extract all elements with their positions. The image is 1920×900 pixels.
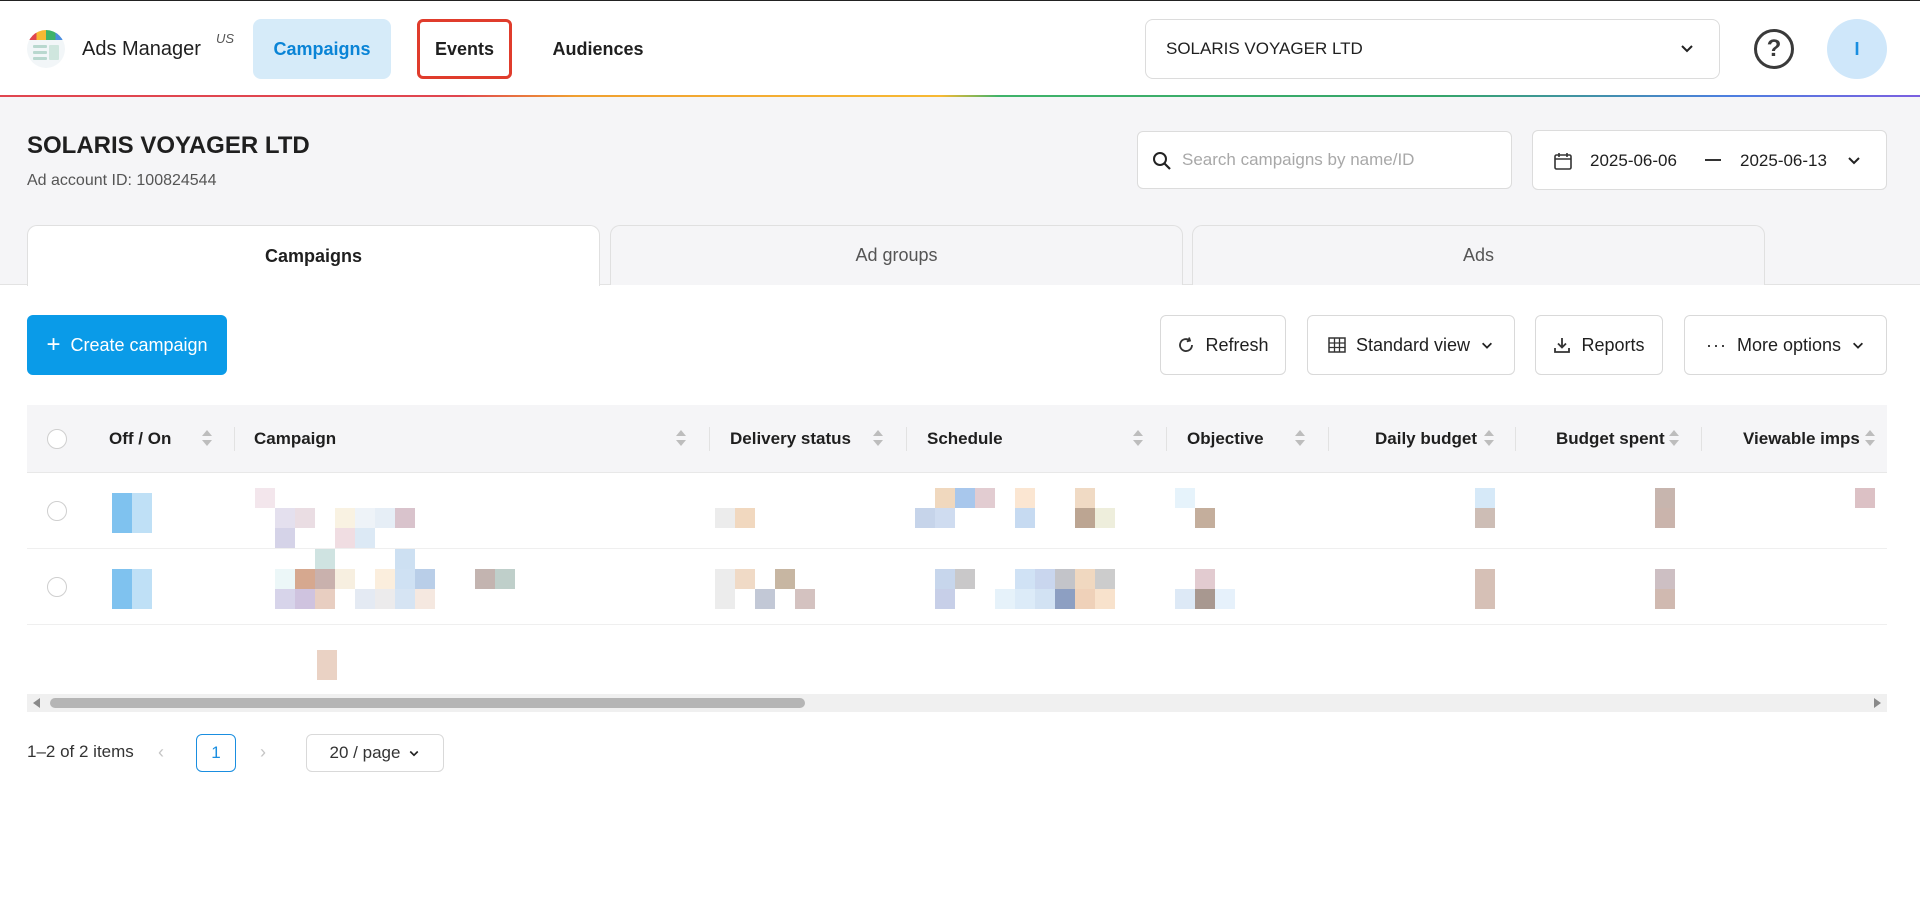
help-icon[interactable]: ? <box>1754 29 1794 69</box>
row-checkbox[interactable] <box>47 501 67 521</box>
account-selector[interactable]: SOLARIS VOYAGER LTD <box>1145 19 1720 79</box>
column-label: Off / On <box>109 429 172 448</box>
toggle-switch[interactable] <box>112 569 132 609</box>
more-options-button[interactable]: ··· More options <box>1684 315 1887 375</box>
reports-button[interactable]: Reports <box>1535 315 1663 375</box>
column-header-objective[interactable]: Objective <box>1187 405 1264 473</box>
sort-icon[interactable] <box>873 430 883 448</box>
column-label: Daily budget <box>1375 429 1478 448</box>
column-header-off-on[interactable]: Off / On <box>109 405 171 473</box>
app-title: Ads Manager <box>82 38 201 60</box>
column-header-viewable-imps[interactable]: Viewable imps <box>1743 405 1860 473</box>
table-row[interactable] <box>27 549 1887 625</box>
date-start: 2025-06-06 <box>1590 151 1677 170</box>
account-name: SOLARIS VOYAGER LTD <box>27 132 310 159</box>
sort-icon[interactable] <box>1484 430 1494 448</box>
column-label: Delivery status <box>730 429 851 448</box>
chevron-down-icon <box>1848 157 1860 165</box>
page-number-button[interactable]: 1 <box>196 734 236 772</box>
sort-icon[interactable] <box>1669 430 1679 448</box>
standard-view-button[interactable]: Standard view <box>1307 315 1515 375</box>
create-campaign-label: Create campaign <box>70 334 208 355</box>
sort-icon[interactable] <box>1133 430 1143 448</box>
sort-icon[interactable] <box>1865 430 1875 448</box>
tab-ads[interactable]: Ads <box>1192 225 1765 285</box>
column-label: Viewable imps <box>1743 429 1860 448</box>
standard-view-label: Standard view <box>1355 334 1471 355</box>
table-header: Off / On Campaign Delivery status Schedu… <box>27 405 1887 473</box>
chevron-down-icon <box>1681 45 1693 53</box>
tab-campaigns[interactable]: Campaigns <box>27 225 600 286</box>
column-label: Schedule <box>927 429 1003 448</box>
nav-tab-audiences[interactable]: Audiences <box>545 19 651 79</box>
refresh-button[interactable]: Refresh <box>1160 315 1286 375</box>
column-header-daily-budget[interactable]: Daily budget <box>1375 405 1477 473</box>
avatar[interactable]: I <box>1827 19 1887 79</box>
search-input[interactable]: Search campaigns by name/ID <box>1137 131 1512 189</box>
chevron-down-icon <box>1482 342 1493 349</box>
page-size-select[interactable]: 20 / page <box>306 734 444 772</box>
date-range-picker[interactable]: 2025-06-06 2025-06-13 <box>1532 130 1887 190</box>
column-label: Budget spent <box>1556 429 1665 448</box>
column-label: Campaign <box>254 429 337 448</box>
table-row[interactable] <box>27 473 1887 549</box>
column-header-schedule[interactable]: Schedule <box>927 405 1003 473</box>
chevron-right-icon[interactable]: › <box>260 742 266 763</box>
search-icon <box>1153 152 1171 170</box>
column-header-budget-spent[interactable]: Budget spent <box>1556 405 1665 473</box>
search-placeholder: Search campaigns by name/ID <box>1182 150 1415 169</box>
top-bar: Ads Manager US Campaigns Events Audience… <box>0 0 1920 98</box>
create-campaign-button[interactable]: + Create campaign <box>27 315 227 375</box>
nav-tab-campaigns[interactable]: Campaigns <box>253 19 391 79</box>
date-separator <box>1705 159 1721 161</box>
row-checkbox[interactable] <box>47 577 67 597</box>
download-icon <box>1554 338 1571 353</box>
app-logo-icon[interactable] <box>27 30 65 68</box>
sort-icon[interactable] <box>1295 430 1305 448</box>
sort-icon[interactable] <box>202 430 212 448</box>
pagination-summary: 1–2 of 2 items <box>27 742 134 761</box>
sort-icon[interactable] <box>676 430 686 448</box>
nav-tab-events[interactable]: Events <box>417 19 512 79</box>
refresh-label: Refresh <box>1205 334 1269 355</box>
date-end: 2025-06-13 <box>1740 151 1827 170</box>
account-id: Ad account ID: 100824544 <box>27 172 217 189</box>
scroll-left-icon[interactable] <box>33 698 40 708</box>
chevron-down-icon <box>1853 342 1864 349</box>
account-selector-value: SOLARIS VOYAGER LTD <box>1166 39 1363 58</box>
chevron-down-icon <box>410 750 419 757</box>
plus-icon: + <box>46 331 61 358</box>
column-label: Objective <box>1187 429 1264 448</box>
toggle-switch[interactable] <box>112 493 132 533</box>
more-icon: ··· <box>1705 334 1727 355</box>
select-all-checkbox[interactable] <box>47 429 67 449</box>
horizontal-scrollbar[interactable] <box>27 694 1887 712</box>
page-size-value: 20 / page <box>329 743 401 762</box>
table-icon <box>1328 337 1346 353</box>
scroll-right-icon[interactable] <box>1874 698 1881 708</box>
campaigns-table: Off / On Campaign Delivery status Schedu… <box>27 405 1887 712</box>
more-options-label: More options <box>1736 334 1842 355</box>
column-header-campaign[interactable]: Campaign <box>254 405 336 473</box>
column-header-delivery-status[interactable]: Delivery status <box>730 405 851 473</box>
chevron-left-icon[interactable]: ‹ <box>158 742 164 763</box>
reports-label: Reports <box>1581 334 1645 355</box>
refresh-icon <box>1179 337 1194 352</box>
region-label: US <box>216 31 235 46</box>
scrollbar-thumb[interactable] <box>50 698 805 708</box>
calendar-icon <box>1554 153 1572 170</box>
tab-ad-groups[interactable]: Ad groups <box>610 225 1183 285</box>
